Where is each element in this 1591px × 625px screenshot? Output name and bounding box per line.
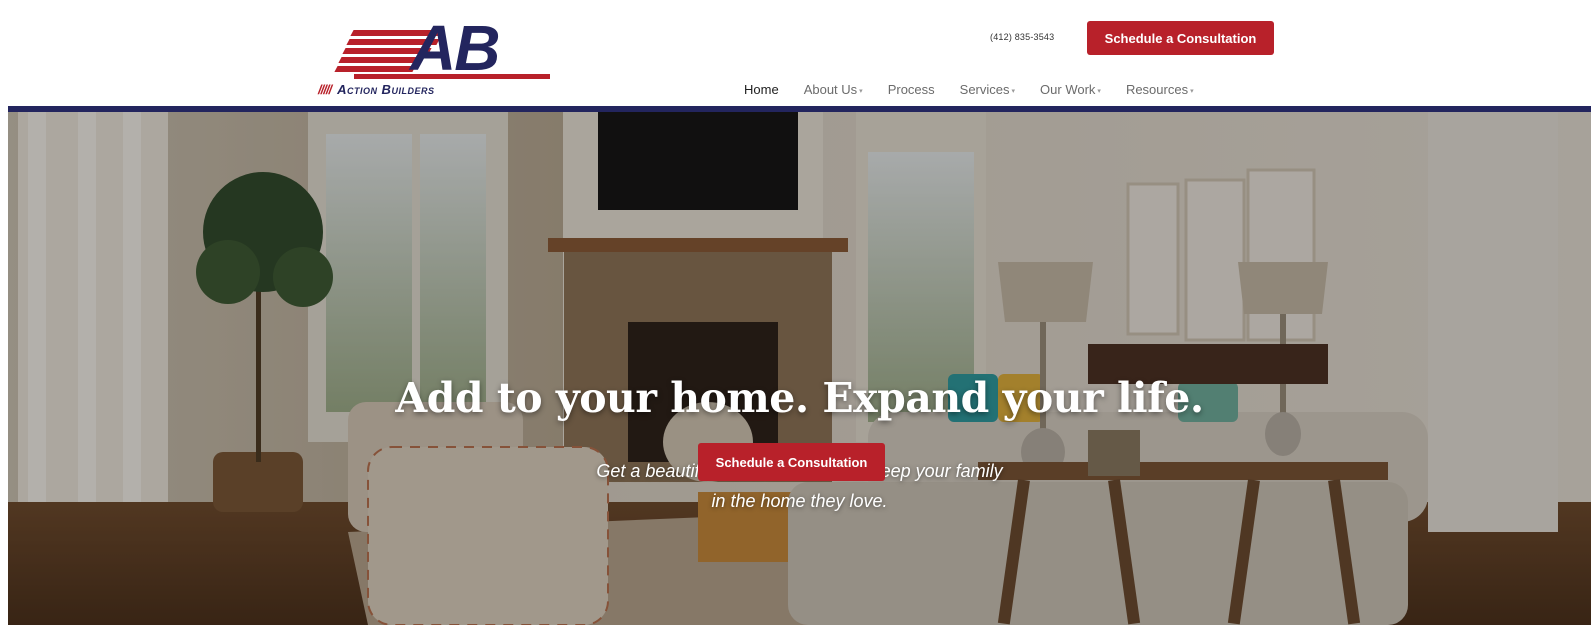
nav-item-about-us[interactable]: About Us ▾ xyxy=(804,82,863,97)
nav-item-resources[interactable]: Resources ▾ xyxy=(1126,82,1194,97)
hero-subtitle-line-2: in the home they love. xyxy=(711,491,888,511)
chevron-down-icon: ▾ xyxy=(1190,88,1194,95)
hero-title: Add to your home. Expand your life. xyxy=(395,374,1204,422)
logo-tagline: ///// Action Builders xyxy=(318,82,550,97)
chevron-down-icon: ▾ xyxy=(1011,88,1016,95)
logo-underline xyxy=(354,74,550,79)
hero-dark-overlay xyxy=(8,112,1591,625)
nav-item-label: Services xyxy=(959,81,1010,97)
schedule-consultation-button-hero[interactable]: Schedule a Consultation xyxy=(698,443,885,481)
logo-company-name: Action Builders xyxy=(337,82,435,97)
nav-item-label: Home xyxy=(744,81,779,97)
nav-item-home[interactable]: Home xyxy=(744,82,779,97)
logo-letters: AB xyxy=(410,12,500,84)
nav-item-label: About Us xyxy=(803,81,858,97)
main-nav: Home About Us ▾ Process Services ▾ Our W… xyxy=(744,80,1219,98)
chevron-down-icon: ▾ xyxy=(1097,88,1101,95)
logo-tag-stripes: ///// xyxy=(318,82,332,97)
hero-section: Add to your home. Expand your life. Get … xyxy=(8,112,1591,625)
nav-item-process[interactable]: Process xyxy=(888,82,935,97)
nav-item-label: Process xyxy=(887,81,935,97)
nav-item-services[interactable]: Services ▾ xyxy=(960,82,1015,97)
schedule-consultation-button-header[interactable]: Schedule a Consultation xyxy=(1087,21,1274,55)
nav-item-label: Our Work xyxy=(1040,81,1096,97)
phone-number[interactable]: (412) 835-3543 xyxy=(990,32,1054,42)
nav-item-label: Resources xyxy=(1125,81,1189,97)
action-builders-logo[interactable]: AB ///// Action Builders xyxy=(318,16,554,98)
chevron-down-icon: ▾ xyxy=(859,88,863,95)
site-header: AB ///// Action Builders (412) 835-3543 … xyxy=(0,0,1591,106)
nav-item-our-work[interactable]: Our Work ▾ xyxy=(1040,82,1101,97)
